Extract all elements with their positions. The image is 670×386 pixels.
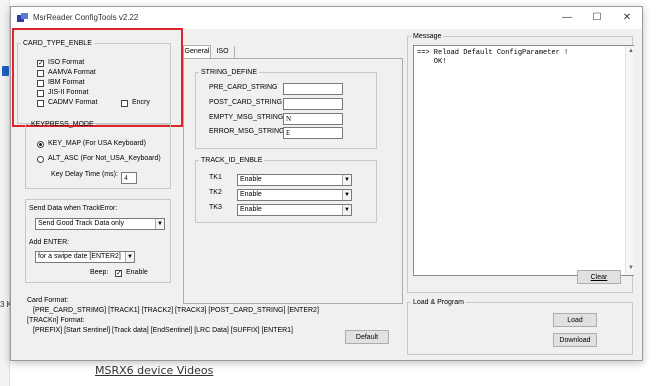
- send-data-select[interactable]: Send Good Track Data only ▼: [35, 218, 165, 230]
- empty-msg-string-label: EMPTY_MSG_STRING: [209, 114, 284, 121]
- tk3-label: TK3: [209, 204, 222, 211]
- tk1-value: Enable: [240, 176, 262, 183]
- highlight-box: [12, 28, 183, 127]
- post-card-string-input[interactable]: [283, 98, 343, 110]
- tk1-select[interactable]: Enable ▼: [237, 174, 352, 186]
- message-line: OK!: [417, 58, 447, 66]
- alt-asc-radio[interactable]: [37, 156, 44, 163]
- pre-card-string-input[interactable]: [283, 83, 343, 95]
- window-title: MsrReader ConfigTools v2.22: [33, 13, 139, 22]
- add-enter-value: for a swipe date [ENTER2]: [38, 253, 121, 260]
- keypress-mode-legend: KEYPRESS_MODE: [31, 121, 94, 128]
- tk3-select[interactable]: Enable ▼: [237, 204, 352, 216]
- background-videos-link[interactable]: MSRX6 device Videos: [95, 364, 213, 377]
- title-bar: MsrReader ConfigTools v2.22 — ☐ ✕: [11, 7, 642, 29]
- app-icon: [17, 13, 28, 22]
- message-legend: Message: [413, 33, 442, 40]
- alt-asc-label: ALT_ASC (For Not_USA_Keyboard): [48, 155, 161, 162]
- empty-msg-string-input[interactable]: N: [283, 113, 343, 125]
- tk2-value: Enable: [240, 191, 262, 198]
- chevron-down-icon: ▼: [342, 190, 351, 200]
- key-delay-label: Key Delay Time (ms):: [51, 171, 118, 178]
- tk2-select[interactable]: Enable ▼: [237, 189, 352, 201]
- pre-card-string-label: PRE_CARD_STRING: [209, 84, 278, 91]
- tab-general[interactable]: General: [183, 45, 211, 58]
- post-card-string-label: POST_CARD_STRING: [209, 99, 283, 106]
- tk1-label: TK1: [209, 174, 222, 181]
- background-page-strip: [0, 0, 10, 386]
- maximize-button[interactable]: ☐: [582, 7, 612, 29]
- chevron-down-icon: ▼: [342, 175, 351, 185]
- clear-button[interactable]: Clear: [577, 270, 621, 284]
- close-button[interactable]: ✕: [612, 7, 642, 29]
- message-box[interactable]: ==> Reload Default ConfigParameter ! OK!…: [413, 45, 634, 276]
- scroll-up-icon[interactable]: ▲: [628, 48, 634, 54]
- load-program-group: Load & Program: [407, 299, 633, 355]
- chevron-down-icon: ▼: [342, 205, 351, 215]
- add-enter-select[interactable]: for a swipe date [ENTER2] ▼: [35, 251, 135, 263]
- load-button[interactable]: Load: [553, 313, 597, 327]
- message-scrollbar[interactable]: ▲ ▼: [625, 46, 634, 275]
- send-data-label: Send Data when TrackError:: [29, 205, 118, 212]
- config-tools-window: MsrReader ConfigTools v2.22 — ☐ ✕ CARD_T…: [10, 6, 643, 361]
- send-data-value: Send Good Track Data only: [38, 220, 124, 227]
- key-delay-input[interactable]: 4: [121, 172, 137, 184]
- trackn-format-value: [PREFIX] [Start Sentinel] [Track data] […: [33, 327, 294, 334]
- message-line: ==> Reload Default ConfigParameter !: [417, 49, 569, 57]
- card-format-label: Card Format:: [27, 297, 69, 304]
- minimize-button[interactable]: —: [552, 7, 582, 29]
- error-msg-string-label: ERROR_MSG_STRING: [209, 128, 285, 135]
- track-id-legend: TRACK_ID_ENBLE: [201, 157, 263, 164]
- beep-label: Beep:: [90, 269, 109, 276]
- error-msg-string-input[interactable]: E: [283, 127, 343, 139]
- scroll-down-icon[interactable]: ▼: [628, 265, 634, 271]
- download-button[interactable]: Download: [553, 333, 597, 347]
- beep-enable-label: Enable: [126, 269, 148, 276]
- key-map-label: KEY_MAP (For USA Keyboard): [48, 140, 146, 147]
- add-enter-label: Add ENTER:: [29, 239, 70, 246]
- tab-iso[interactable]: ISO: [211, 46, 235, 58]
- trackn-format-label: [TRACKn] Format:: [27, 317, 85, 324]
- background-blue-marker: [2, 66, 9, 76]
- chevron-down-icon: ▼: [155, 219, 164, 229]
- string-define-legend: STRING_DEFINE: [201, 69, 258, 76]
- load-program-legend: Load & Program: [413, 299, 464, 306]
- tk3-value: Enable: [240, 206, 262, 213]
- tk2-label: TK2: [209, 189, 222, 196]
- key-map-radio[interactable]: [37, 141, 44, 148]
- default-button[interactable]: Default: [345, 330, 389, 344]
- beep-enable-checkbox[interactable]: ✓: [115, 270, 122, 277]
- card-format-value: [PRE_CARD_STRIMG] [TRACK1] [TRACK2] [TRA…: [33, 307, 319, 314]
- chevron-down-icon: ▼: [125, 252, 134, 262]
